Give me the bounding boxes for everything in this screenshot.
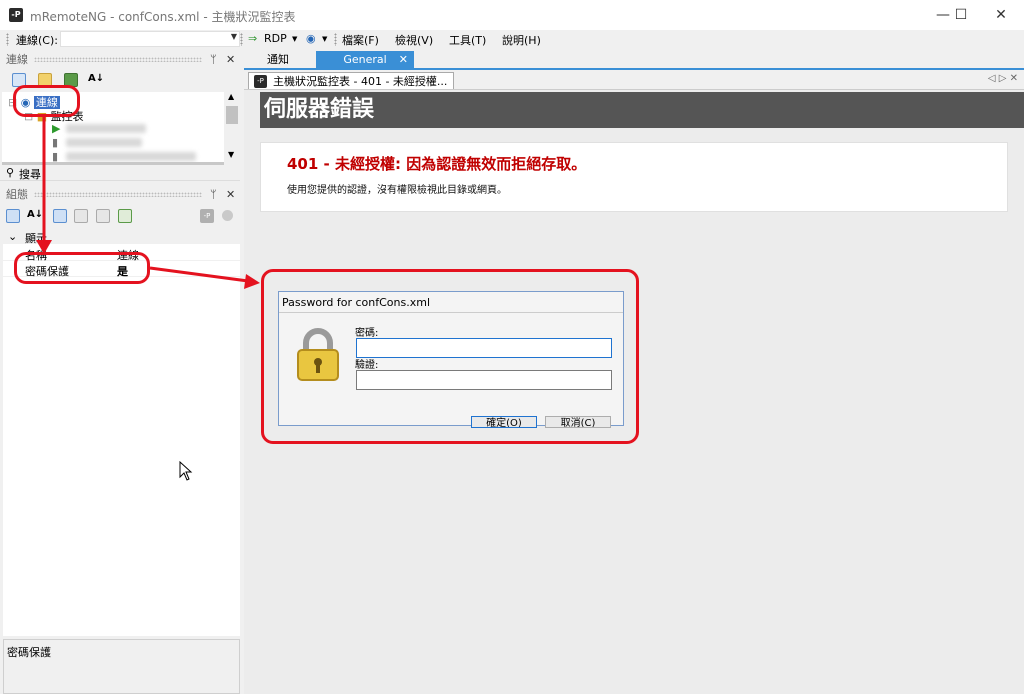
mouse-cursor-icon xyxy=(179,461,193,481)
annotation-arrows xyxy=(36,117,260,289)
app-window: -P mRemoteNG - confCons.xml - 主機狀況監控表 — … xyxy=(0,0,1024,694)
annotation-arrowhead xyxy=(244,274,260,289)
annotation-arrow-line xyxy=(149,266,249,283)
annotation-arrowhead xyxy=(36,240,52,254)
